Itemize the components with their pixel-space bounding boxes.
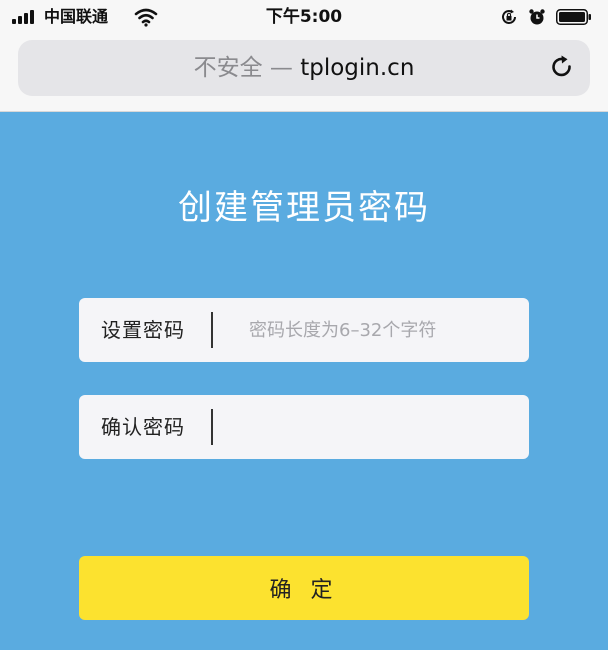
confirm-password-input[interactable] xyxy=(229,405,509,449)
reload-icon[interactable] xyxy=(548,54,576,82)
url-domain: tplogin.cn xyxy=(300,55,415,81)
url-display[interactable]: 不安全 — tplogin.cn xyxy=(18,54,590,82)
confirm-button[interactable]: 确 定 xyxy=(79,556,529,620)
confirm-password-field[interactable]: 确认密码 xyxy=(79,395,529,459)
address-bar[interactable]: 不安全 — tplogin.cn xyxy=(18,40,590,96)
status-bar: 中国联通 下午5:00 xyxy=(0,0,608,34)
battery-icon xyxy=(556,9,591,25)
password-field[interactable]: 设置密码 xyxy=(79,298,529,362)
browser-chrome: 不安全 — tplogin.cn xyxy=(0,34,608,112)
rotation-lock-icon xyxy=(502,9,516,24)
password-label: 设置密码 xyxy=(101,318,185,342)
confirm-password-label: 确认密码 xyxy=(101,415,185,439)
insecure-label: 不安全 — xyxy=(193,55,301,81)
page-content: 创建管理员密码 设置密码 确认密码 确 定 xyxy=(0,112,608,650)
field-divider xyxy=(211,312,213,348)
alarm-icon xyxy=(529,9,545,25)
password-input[interactable] xyxy=(229,308,509,352)
page-title: 创建管理员密码 xyxy=(178,188,430,228)
field-divider xyxy=(211,409,213,445)
